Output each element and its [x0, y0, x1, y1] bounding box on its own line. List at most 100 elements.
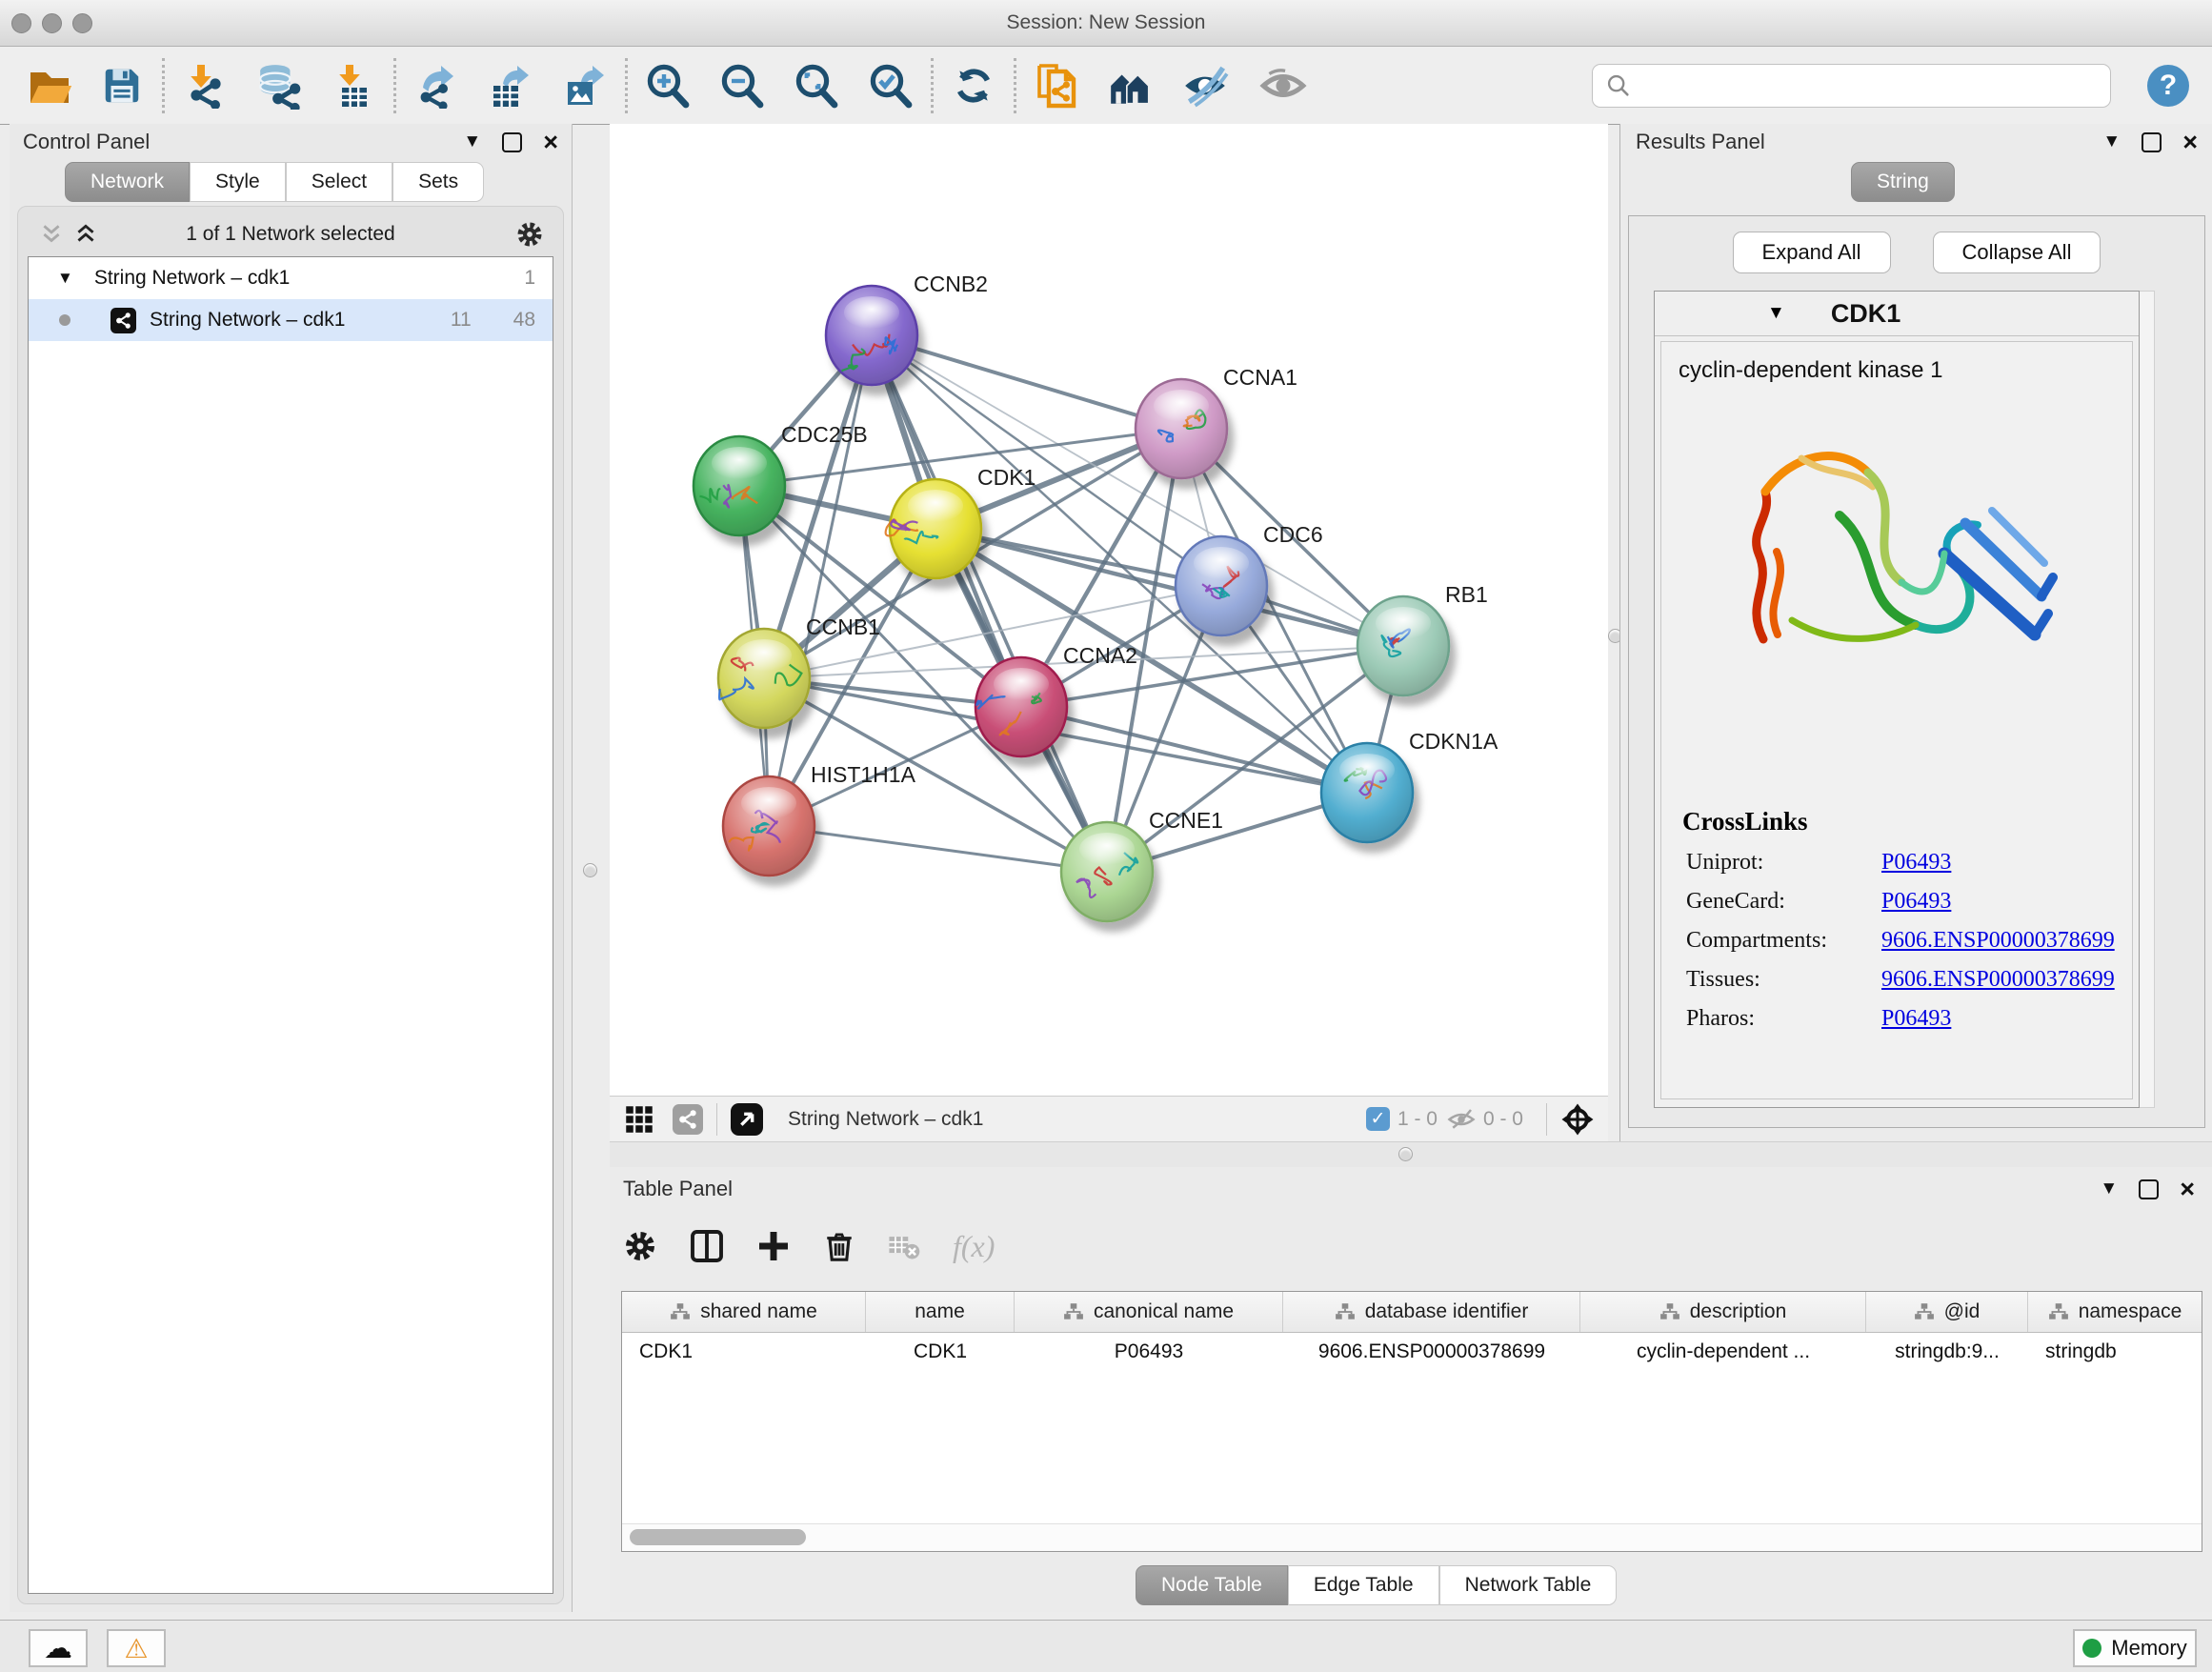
horizontal-splitter[interactable] [610, 1141, 2212, 1169]
help-button[interactable]: ? [2147, 65, 2189, 107]
memory-label: Memory [2111, 1636, 2186, 1661]
network-edge[interactable] [935, 529, 1403, 646]
tab-network[interactable]: Network [65, 162, 190, 202]
table-horizontal-scrollbar[interactable] [622, 1523, 2202, 1551]
network-edge[interactable] [872, 335, 1181, 429]
network-node-RB1[interactable]: RB1 [1357, 582, 1488, 695]
crosslink-uniprot[interactable]: P06493 [1881, 850, 1951, 876]
expand-all-button[interactable]: Expand All [1733, 232, 1891, 273]
open-session-icon[interactable] [25, 61, 74, 111]
cloud-button[interactable]: ☁ [29, 1629, 88, 1667]
column-header-id[interactable]: @id [1866, 1292, 2028, 1332]
hide-selected-icon[interactable] [1180, 61, 1230, 111]
toolbar-separator [931, 58, 934, 113]
network-edge[interactable] [769, 335, 872, 826]
tab-style[interactable]: Style [190, 162, 286, 202]
column-type-icon [1914, 1301, 1935, 1322]
table-panel-float-icon[interactable] [2139, 1179, 2159, 1199]
network-node-HIST1H1A[interactable]: HIST1H1A [723, 762, 916, 876]
control-panel-float-icon[interactable] [502, 132, 522, 152]
tree-expander-icon[interactable]: ▼ [57, 269, 73, 288]
selected-nodes-checkbox[interactable]: ✓ [1366, 1107, 1390, 1131]
table-options-gear-icon[interactable] [623, 1229, 657, 1263]
column-header-namespace[interactable]: namespace [2028, 1292, 2202, 1332]
column-header-description[interactable]: description [1580, 1292, 1866, 1332]
tab-string[interactable]: String [1851, 162, 1955, 202]
column-header-shared-name[interactable]: shared name [622, 1292, 866, 1332]
export-network-icon[interactable] [412, 61, 461, 111]
column-header-name[interactable]: name [866, 1292, 1015, 1332]
network-node-CDKN1A[interactable]: CDKN1A [1321, 729, 1498, 842]
delete-column-icon[interactable] [823, 1230, 855, 1262]
results-panel-title: Results Panel [1636, 130, 1765, 154]
window-zoom-button[interactable] [72, 13, 92, 33]
birdseye-view-icon[interactable] [731, 1103, 763, 1136]
memory-button[interactable]: Memory [2073, 1629, 2197, 1667]
network-edge[interactable] [872, 335, 1107, 872]
table-row[interactable]: CDK1 CDK1 P06493 9606.ENSP00000378699 cy… [622, 1333, 2202, 1371]
collapse-all-button[interactable]: Collapse All [1933, 232, 2101, 273]
zoom-fit-icon[interactable] [792, 61, 841, 111]
import-network-database-icon[interactable] [254, 61, 304, 111]
show-all-icon[interactable] [1258, 61, 1308, 111]
control-panel-close-icon[interactable]: × [543, 134, 558, 151]
table-panel-menu-icon[interactable]: ▼ [2100, 1178, 2118, 1199]
network-node-CCNA1[interactable]: CCNA1 [1136, 365, 1297, 478]
tab-network-table[interactable]: Network Table [1439, 1565, 1618, 1605]
window-minimize-button[interactable] [42, 13, 62, 33]
save-session-icon[interactable] [97, 61, 147, 111]
refresh-icon[interactable] [949, 61, 998, 111]
hidden-eye-icon[interactable] [1447, 1105, 1476, 1134]
control-panel-menu-icon[interactable]: ▼ [463, 131, 481, 152]
show-columns-icon[interactable] [690, 1229, 724, 1263]
tab-sets[interactable]: Sets [392, 162, 484, 202]
import-network-file-icon[interactable] [180, 61, 230, 111]
results-panel-close-icon[interactable]: × [2182, 134, 2198, 151]
network-options-gear-icon[interactable] [515, 220, 544, 249]
tab-node-table[interactable]: Node Table [1136, 1565, 1288, 1605]
network-edge[interactable] [769, 826, 1107, 872]
tab-edge-table[interactable]: Edge Table [1288, 1565, 1439, 1605]
crosslinks-title: CrossLinks [1682, 807, 2132, 836]
zoom-in-icon[interactable] [643, 61, 693, 111]
zoom-out-icon[interactable] [717, 61, 767, 111]
network-tree-child-row[interactable]: String Network – cdk1 11 48 [29, 299, 553, 341]
import-table-file-icon[interactable] [329, 61, 378, 111]
clone-network-icon[interactable] [1032, 61, 1081, 111]
control-panel: Control Panel ▼ × Network Style Select S… [10, 124, 573, 1612]
export-image-icon[interactable] [560, 61, 610, 111]
warnings-button[interactable]: ⚠ [107, 1629, 166, 1667]
column-header-canonical-name[interactable]: canonical name [1015, 1292, 1283, 1332]
pan-crosshair-icon[interactable] [1560, 1102, 1595, 1137]
search-input[interactable] [1592, 64, 2111, 108]
network-list-panel: 1 of 1 Network selected ▼ String Network… [17, 206, 564, 1604]
column-type-icon [670, 1301, 691, 1322]
network-node-CDK1[interactable]: CDK1 [886, 465, 1036, 578]
network-tree-root-row[interactable]: ▼ String Network – cdk1 1 [29, 257, 553, 299]
protein-card: ▼ CDK1 cyclin-dependent kinase 1 [1654, 291, 2140, 1108]
first-neighbors-icon[interactable] [1106, 61, 1156, 111]
window-close-button[interactable] [11, 13, 31, 33]
crosslink-compartments[interactable]: 9606.ENSP00000378699 [1881, 928, 2115, 954]
network-share-icon[interactable] [673, 1104, 703, 1135]
grid-view-icon[interactable] [625, 1105, 654, 1134]
column-header-database-identifier[interactable]: database identifier [1283, 1292, 1580, 1332]
scrollbar-thumb[interactable] [630, 1529, 806, 1545]
create-column-icon[interactable] [756, 1229, 791, 1263]
table-panel-close-icon[interactable]: × [2180, 1181, 2195, 1198]
zoom-selected-icon[interactable] [866, 61, 915, 111]
left-splitter-handle[interactable] [583, 863, 597, 877]
network-node-CCNB2[interactable]: CCNB2 [826, 272, 988, 385]
export-table-icon[interactable] [486, 61, 535, 111]
crosslink-pharos[interactable]: P06493 [1881, 1006, 1951, 1032]
results-panel-menu-icon[interactable]: ▼ [2102, 131, 2121, 152]
horizontal-splitter-handle[interactable] [1398, 1147, 1413, 1161]
crosslink-genecard[interactable]: P06493 [1881, 889, 1951, 915]
delete-table-icon[interactable] [888, 1230, 920, 1262]
function-builder-icon[interactable]: f(x) [953, 1229, 995, 1264]
network-canvas[interactable]: CCNB2CCNA1CDC25BCDK1CDC6RB1CCNB1CCNA2CDK… [610, 124, 1608, 1096]
results-panel-float-icon[interactable] [2142, 132, 2162, 152]
tab-select[interactable]: Select [286, 162, 392, 202]
crosslink-tissues[interactable]: 9606.ENSP00000378699 [1881, 967, 2115, 993]
protein-expander-icon[interactable]: ▼ [1767, 303, 1785, 324]
